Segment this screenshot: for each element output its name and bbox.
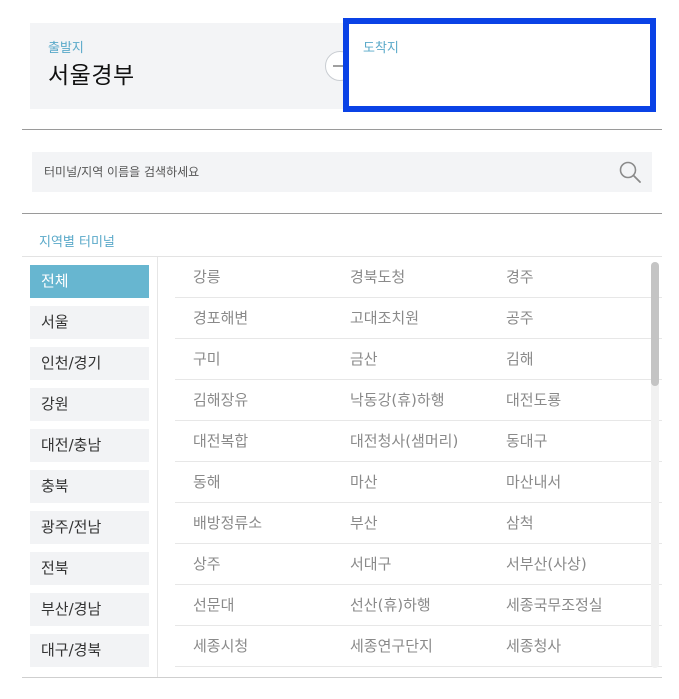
- terminal-item[interactable]: 대전도룡: [506, 380, 561, 420]
- terminal-row: 배방정류소 부산 삼척: [175, 503, 662, 544]
- terminal-item[interactable]: 부산: [350, 503, 378, 543]
- terminal-row: 경포해변 고대조치원 공주: [175, 298, 662, 339]
- terminal-item[interactable]: 서대구: [350, 544, 391, 584]
- region-item[interactable]: 인천/경기: [30, 347, 149, 380]
- terminal-row: 김해장유 낙동강(휴)하행 대전도룡: [175, 380, 662, 421]
- terminal-item[interactable]: 상주: [193, 544, 221, 584]
- terminal-item[interactable]: 세종청사: [506, 626, 561, 666]
- terminal-item[interactable]: 동대구: [506, 421, 547, 461]
- region-item[interactable]: 전체: [30, 265, 149, 298]
- panel-bottom-border: [22, 677, 662, 678]
- region-item[interactable]: 대전/충남: [30, 429, 149, 462]
- terminal-item[interactable]: 공주: [506, 298, 534, 338]
- region-item[interactable]: 광주/전남: [30, 511, 149, 544]
- terminal-item[interactable]: 배방정류소: [193, 503, 262, 543]
- region-item[interactable]: 강원: [30, 388, 149, 421]
- search-box: [32, 152, 652, 192]
- region-item[interactable]: 충북: [30, 470, 149, 503]
- divider: [22, 129, 662, 130]
- terminal-item[interactable]: 삼척: [506, 503, 534, 543]
- region-item[interactable]: 전북: [30, 552, 149, 585]
- departure-label: 출발지: [48, 41, 84, 56]
- arrival-field[interactable]: 도착지: [343, 18, 656, 112]
- terminal-item[interactable]: 대전청사(샘머리): [350, 421, 458, 461]
- terminal-item[interactable]: 세종시청: [193, 626, 248, 666]
- terminal-item[interactable]: 고대조치원: [350, 298, 419, 338]
- terminal-item[interactable]: 서부산(사상): [506, 544, 587, 584]
- terminal-item[interactable]: 금산: [350, 339, 378, 379]
- region-item[interactable]: 부산/경남: [30, 593, 149, 626]
- panel-divider: [157, 257, 158, 677]
- terminal-row: 구미 금산 김해: [175, 339, 662, 380]
- terminal-item[interactable]: 대전복합: [193, 421, 248, 461]
- region-item[interactable]: 서울: [30, 306, 149, 339]
- terminal-item[interactable]: 강릉: [193, 257, 221, 297]
- departure-value[interactable]: 서울경부: [48, 56, 135, 90]
- divider: [22, 213, 662, 214]
- search-input[interactable]: [44, 152, 604, 192]
- terminal-item[interactable]: 김해: [506, 339, 534, 379]
- terminal-item[interactable]: 경북도청: [350, 257, 405, 297]
- terminal-item[interactable]: 김해장유: [193, 380, 248, 420]
- region-list: 전체서울인천/경기강원대전/충남충북광주/전남전북부산/경남대구/경북: [30, 265, 149, 675]
- terminal-item[interactable]: 세종연구단지: [350, 626, 433, 666]
- terminal-item[interactable]: 구미: [193, 339, 221, 379]
- region-item[interactable]: 대구/경북: [30, 634, 149, 667]
- terminal-row: 세종시청 세종연구단지 세종청사: [175, 626, 662, 667]
- terminal-item[interactable]: 세종국무조정실: [506, 585, 603, 625]
- terminal-list: 강릉 경북도청 경주경포해변 고대조치원 공주구미 금산 김해김해장유 낙동강(휴)하행 대전도…: [175, 257, 662, 677]
- arrival-label: 도착지: [363, 41, 399, 56]
- scrollbar-thumb[interactable]: [651, 262, 659, 386]
- terminal-item[interactable]: 선산(휴)하행: [350, 585, 431, 625]
- terminal-row: 상주 서대구 서부산(사상): [175, 544, 662, 585]
- section-title: 지역별 터미널: [39, 235, 115, 250]
- terminal-item[interactable]: 경주: [506, 257, 534, 297]
- terminal-item[interactable]: 마산내서: [506, 462, 561, 502]
- terminal-row: 선문대 선산(휴)하행 세종국무조정실: [175, 585, 662, 626]
- terminal-row: 동해 마산 마산내서: [175, 462, 662, 503]
- search-icon[interactable]: [618, 160, 642, 184]
- terminal-item[interactable]: 동해: [193, 462, 221, 502]
- terminal-row: 강릉 경북도청 경주: [175, 257, 662, 298]
- terminal-row: 대전복합 대전청사(샘머리) 동대구: [175, 421, 662, 462]
- terminal-item[interactable]: 낙동강(휴)하행: [350, 380, 445, 420]
- terminal-item[interactable]: 선문대: [193, 585, 234, 625]
- terminal-item[interactable]: 마산: [350, 462, 378, 502]
- terminal-item[interactable]: 경포해변: [193, 298, 248, 338]
